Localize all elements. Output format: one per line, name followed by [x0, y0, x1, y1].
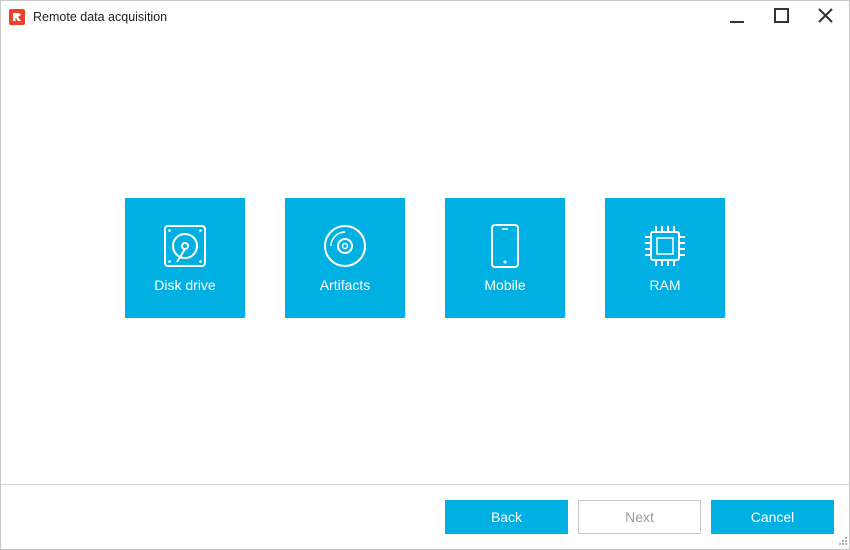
window-title: Remote data acquisition: [33, 10, 168, 24]
minimize-icon: [730, 21, 744, 23]
app-logo-icon: [9, 9, 25, 25]
hard-disk-icon: [164, 225, 206, 267]
remote-acquisition-window: Remote data acquisition Disk drive Artif…: [0, 0, 850, 550]
cancel-button[interactable]: Cancel: [711, 500, 834, 534]
disk-drive-label: Disk drive: [154, 277, 216, 293]
footer-divider: [1, 484, 849, 485]
mobile-label: Mobile: [484, 277, 526, 293]
maximize-button[interactable]: [759, 1, 803, 32]
mobile-tile[interactable]: Mobile: [445, 198, 565, 318]
close-icon: [818, 8, 833, 23]
resize-grip-icon[interactable]: [837, 537, 847, 547]
disk-drive-tile[interactable]: Disk drive: [125, 198, 245, 318]
title-bar: Remote data acquisition: [1, 1, 849, 32]
ram-tile[interactable]: RAM: [605, 198, 725, 318]
artifacts-tile[interactable]: Artifacts: [285, 198, 405, 318]
ram-label: RAM: [649, 277, 681, 293]
next-button[interactable]: Next: [578, 500, 701, 534]
minimize-button[interactable]: [715, 1, 759, 32]
disc-icon: [324, 225, 366, 267]
smartphone-icon: [491, 224, 519, 268]
acquisition-type-area: Disk drive Artifacts Mobile RAM: [1, 32, 849, 484]
artifacts-label: Artifacts: [319, 277, 371, 293]
back-button[interactable]: Back: [445, 500, 568, 534]
memory-chip-icon: [645, 226, 685, 266]
maximize-icon: [774, 8, 789, 23]
close-button[interactable]: [803, 1, 847, 32]
